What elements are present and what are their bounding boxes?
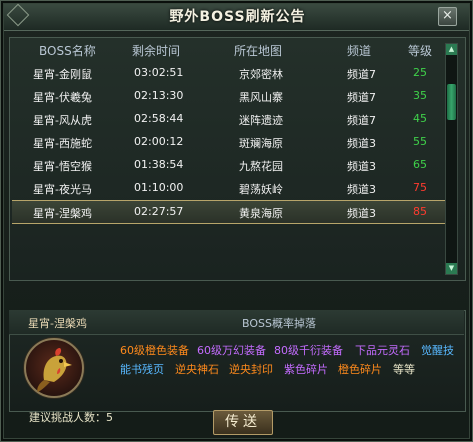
row-channel: 频道3 <box>347 137 376 150</box>
row-map: 迷阵遗迹 <box>239 114 283 127</box>
row-boss-name: 星宵-夜光马 <box>33 183 92 196</box>
row-remaining-time: 01:10:00 <box>134 181 184 194</box>
row-remaining-time: 02:58:44 <box>134 112 184 125</box>
drop-item: 觉醒技 <box>421 344 454 357</box>
list-scrollbar[interactable]: ▲ ▼ <box>445 43 458 275</box>
row-boss-name: 星宵-西施蛇 <box>33 137 92 150</box>
drop-item: 80级千衍装备 <box>274 344 343 357</box>
row-map: 九熬花园 <box>239 160 283 173</box>
table-header: BOSS名称 剩余时间 所在地图 频道 等级 <box>10 38 465 60</box>
row-remaining-time: 01:38:54 <box>134 158 184 171</box>
drops-title: BOSS概率掉落 <box>242 317 316 330</box>
row-channel: 频道7 <box>347 91 376 104</box>
table-row[interactable]: 星宵-夜光马 01:10:00 碧荡妖岭 频道3 75 <box>12 177 448 199</box>
row-channel: 频道3 <box>347 183 376 196</box>
boss-list: BOSS名称 剩余时间 所在地图 频道 等级 星宵-金刚鼠 03:02:51 京郊密… <box>9 37 466 281</box>
scroll-up-icon[interactable]: ▲ <box>446 44 457 55</box>
row-remaining-time: 02:27:57 <box>134 205 184 218</box>
header-boss-name: BOSS名称 <box>39 44 96 58</box>
drop-item: 逆央封印 <box>229 363 273 376</box>
row-map: 京郊密林 <box>239 68 283 81</box>
row-map: 黄泉海原 <box>239 207 283 220</box>
row-channel: 频道3 <box>347 160 376 173</box>
boss-detail-header: 星宵-涅槃鸡 BOSS概率掉落 <box>9 310 464 335</box>
row-boss-name: 星宵-伏羲兔 <box>33 91 92 104</box>
row-map: 斑斓海原 <box>239 137 283 150</box>
row-remaining-time: 03:02:51 <box>134 66 184 79</box>
row-map: 黑风山寨 <box>239 91 283 104</box>
header-level: 等级 <box>408 44 433 58</box>
table-row[interactable]: 星宵-悟空猴 01:38:54 九熬花园 频道3 65 <box>12 154 448 176</box>
table-row[interactable]: 星宵-风从虎 02:58:44 迷阵遗迹 频道7 45 <box>12 108 448 130</box>
drop-item: 橙色碎片 <box>338 363 382 376</box>
table-row[interactable]: 星宵-金刚鼠 03:02:51 京郊密林 频道7 25 <box>12 62 448 84</box>
row-level: 65 <box>413 158 427 171</box>
row-level: 25 <box>413 66 427 79</box>
row-remaining-time: 02:00:12 <box>134 135 184 148</box>
row-boss-name: 星宵-悟空猴 <box>33 160 92 173</box>
drop-item: 60级万幻装备 <box>197 344 266 357</box>
row-level: 85 <box>413 205 427 218</box>
boss-avatar <box>24 338 84 398</box>
row-level: 45 <box>413 112 427 125</box>
drop-item: 紫色碎片 <box>284 363 328 376</box>
row-level: 35 <box>413 89 427 102</box>
row-level: 75 <box>413 181 427 194</box>
row-remaining-time: 02:13:30 <box>134 89 184 102</box>
close-button[interactable]: × <box>438 7 457 26</box>
drop-item: 等等 <box>393 363 415 376</box>
window-title: 野外BOSS刷新公告 <box>169 9 306 25</box>
row-boss-name: 星宵-涅槃鸡 <box>33 207 92 220</box>
row-boss-name: 星宵-金刚鼠 <box>33 68 92 81</box>
rooster-icon <box>37 348 72 392</box>
drop-item: 逆央神石 <box>175 363 219 376</box>
drop-item: 能书残页 <box>120 363 164 376</box>
drop-item: 60级橙色装备 <box>120 344 189 357</box>
header-map: 所在地图 <box>234 44 283 58</box>
table-row[interactable]: 星宵-涅槃鸡 02:27:57 黄泉海原 频道3 85 <box>12 200 448 224</box>
table-row[interactable]: 星宵-西施蛇 02:00:12 斑斓海原 频道3 55 <box>12 131 448 153</box>
row-map: 碧荡妖岭 <box>239 183 283 196</box>
row-channel: 频道7 <box>347 68 376 81</box>
header-channel: 频道 <box>347 44 372 58</box>
teleport-button[interactable]: 传送 <box>213 410 273 435</box>
detail-boss-name: 星宵-涅槃鸡 <box>28 317 87 330</box>
row-channel: 频道7 <box>347 114 376 127</box>
header-remaining-time: 剩余时间 <box>132 44 181 58</box>
drop-item: 下品元灵石 <box>355 344 410 357</box>
recommended-challengers: 建议挑战人数：5 <box>29 411 113 424</box>
scroll-thumb[interactable] <box>447 84 456 120</box>
table-row[interactable]: 星宵-伏羲兔 02:13:30 黑风山寨 频道7 35 <box>12 85 448 107</box>
boss-refresh-window: 野外BOSS刷新公告 × BOSS名称 剩余时间 所在地图 频道 等级 星宵-金… <box>0 0 473 442</box>
row-boss-name: 星宵-风从虎 <box>33 114 92 127</box>
row-channel: 频道3 <box>347 207 376 220</box>
row-level: 55 <box>413 135 427 148</box>
scroll-down-icon[interactable]: ▼ <box>446 263 457 274</box>
